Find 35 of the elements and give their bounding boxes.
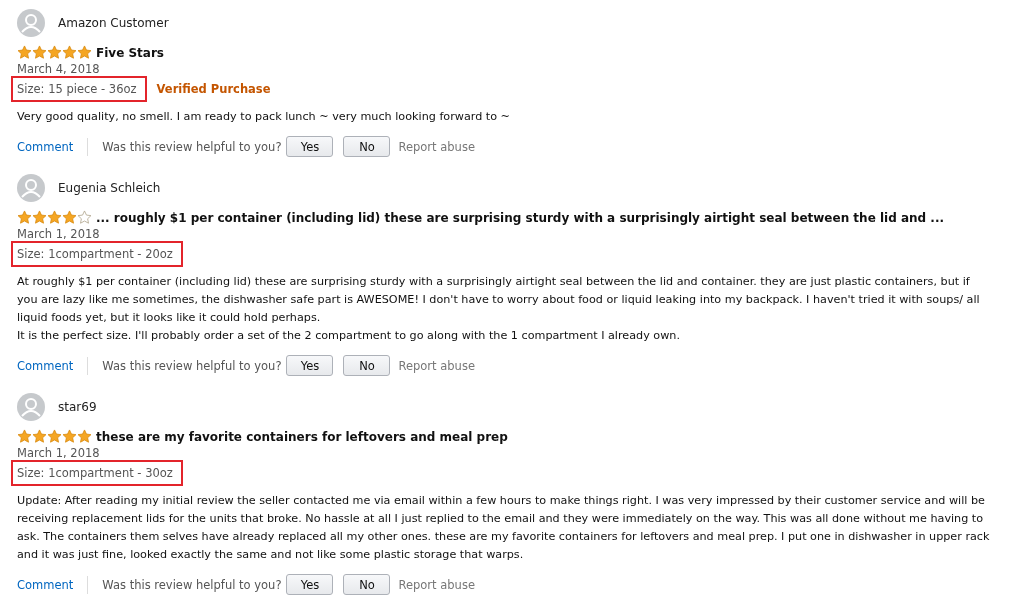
helpful-question: Was this review helpful to you? bbox=[102, 358, 282, 373]
no-button[interactable]: No bbox=[343, 136, 391, 157]
no-button[interactable]: No bbox=[343, 355, 391, 376]
review-date: March 1, 2018 bbox=[17, 227, 101, 241]
comment-link[interactable]: Comment bbox=[17, 139, 74, 154]
report-abuse-link[interactable]: Report abuse bbox=[398, 577, 475, 592]
comment-link[interactable]: Comment bbox=[17, 577, 74, 592]
size-label: Size: 1compartment - 30oz bbox=[11, 460, 183, 486]
helpful-question: Was this review helpful to you? bbox=[102, 577, 282, 592]
author-name: Eugenia Schleich bbox=[58, 181, 161, 195]
review-text: At roughly $1 per container (including lid) these are surprising sturdy with a surprisingly airtight seal between the lid and container. they are just plastic containers, but if you are lazy like me sometimes, the dishwasher safe part is AWESOME! I don't have to worry about food or liquid leaking into my backpack. I haven't tried it with soups/ all liquid foods yet, but it looks like it could hold perhaps. bbox=[17, 274, 981, 326]
review-text: It is the perfect size. I'll probably order a set of the 2 compartment to go along with the 1 compartment I already own. bbox=[17, 328, 681, 344]
avatar-icon bbox=[17, 9, 45, 37]
report-abuse-link[interactable]: Report abuse bbox=[398, 139, 475, 154]
author-name: Amazon Customer bbox=[58, 16, 169, 30]
verified-purchase: Verified Purchase bbox=[156, 82, 271, 96]
yes-button[interactable]: Yes bbox=[286, 355, 334, 376]
author-name: star69 bbox=[58, 400, 97, 414]
yes-button[interactable]: Yes bbox=[286, 136, 334, 157]
review-date: March 4, 2018 bbox=[17, 62, 101, 76]
review-title[interactable]: these are my favorite containers for leftovers and meal prep bbox=[96, 429, 508, 444]
review-date: March 1, 2018 bbox=[17, 446, 101, 460]
report-abuse-link[interactable]: Report abuse bbox=[398, 358, 475, 373]
review-text: Update: After reading my initial review the seller contacted me via email within a few hours to make things right. I was very impressed by their customer service and will be receiving replacement lids for the units that broke. No hassle at all I just replied to the email and they were immediately on the way. This was all done without me having to ask. The containers them selves have already replaced all my other ones. these are my favorite containers for leftovers and meal prep. I put one in dishwasher in upper rack and it was just fine, looked exactly the same and not like some plastic storage that warps. bbox=[17, 493, 991, 563]
avatar-icon bbox=[17, 174, 45, 202]
size-label: Size: 1compartment - 20oz bbox=[11, 241, 183, 267]
yes-button[interactable]: Yes bbox=[286, 574, 334, 595]
review-text: Very good quality, no smell. I am ready to pack lunch ~ very much looking forward to ~ bbox=[17, 109, 511, 125]
review-title[interactable]: ... roughly $1 per container (including lid) these are surprising sturdy with a surprisingly airtight seal between the lid and ... bbox=[96, 210, 945, 225]
no-button[interactable]: No bbox=[343, 574, 391, 595]
size-label: Size: 15 piece - 36oz bbox=[11, 76, 147, 102]
helpful-question: Was this review helpful to you? bbox=[102, 139, 282, 154]
avatar-icon bbox=[17, 393, 45, 421]
review-title[interactable]: Five Stars bbox=[96, 45, 164, 60]
comment-link[interactable]: Comment bbox=[17, 358, 74, 373]
